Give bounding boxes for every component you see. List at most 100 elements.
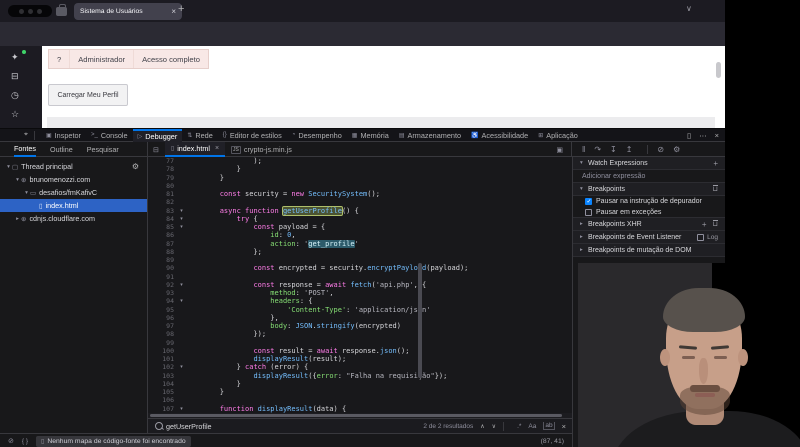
line-number[interactable]: 97 bbox=[148, 322, 177, 330]
line-number[interactable]: 86 bbox=[148, 231, 177, 239]
code-line[interactable]: 81 const security = new SecuritySystem()… bbox=[148, 190, 572, 198]
code-line[interactable]: 88 }; bbox=[148, 248, 572, 256]
add-watch-icon[interactable]: + bbox=[713, 159, 718, 168]
fold-arrow-icon[interactable]: ▾ bbox=[177, 281, 186, 289]
event-listener-breakpoints-header[interactable]: ▸ Breakpoints de Event Listener Log bbox=[573, 231, 725, 244]
expand-arrow-icon[interactable]: ▾ bbox=[580, 186, 588, 192]
search-input[interactable]: getUserProfile bbox=[166, 422, 212, 431]
expand-arrow-icon[interactable]: ▾ bbox=[580, 160, 588, 166]
line-number[interactable]: 83 bbox=[148, 207, 177, 215]
code-line[interactable]: 82 bbox=[148, 198, 572, 206]
whole-word-toggle[interactable]: ab bbox=[543, 422, 554, 430]
code-line[interactable]: 95 'Content-Type': 'application/json' bbox=[148, 306, 572, 314]
code-line[interactable]: 100 const result = await response.json()… bbox=[148, 347, 572, 355]
page-scrollbar[interactable] bbox=[716, 62, 721, 78]
code-line[interactable]: 97 body: JSON.stringify(encrypted) bbox=[148, 322, 572, 330]
line-number[interactable]: 89 bbox=[148, 256, 177, 264]
checkbox-unchecked[interactable] bbox=[585, 209, 592, 216]
fold-arrow-icon[interactable]: ▾ bbox=[177, 207, 186, 215]
devtools-tab-debugger[interactable]: ▷Debugger bbox=[133, 129, 183, 142]
devtools-tab-armazenamento[interactable]: ▤Armazenamento bbox=[394, 129, 466, 142]
code-line[interactable]: 80 bbox=[148, 182, 572, 190]
step-out-icon[interactable]: ↥ bbox=[626, 145, 633, 154]
line-number[interactable]: 92 bbox=[148, 281, 177, 289]
code-line[interactable]: 79 } bbox=[148, 174, 572, 182]
line-number[interactable]: 80 bbox=[148, 182, 177, 190]
pick-element-icon[interactable]: ⌖ bbox=[24, 131, 28, 139]
tree-item-desafios/fmKafivC[interactable]: ▾▭desafios/fmKafivC bbox=[0, 186, 147, 199]
list-tabs-chevron-icon[interactable]: ∨ bbox=[686, 4, 692, 13]
code-line[interactable]: 89 bbox=[148, 256, 572, 264]
code-line[interactable]: 106 bbox=[148, 396, 572, 404]
line-number[interactable]: 101 bbox=[148, 355, 177, 363]
line-number[interactable]: 95 bbox=[148, 306, 177, 314]
browser-tab[interactable]: Sistema de Usuários × bbox=[74, 3, 182, 20]
source-tab-crypto-js.min.js[interactable]: JScrypto-js.min.js bbox=[225, 142, 298, 157]
code-line[interactable]: 93 method: 'POST', bbox=[148, 289, 572, 297]
line-number[interactable]: 93 bbox=[148, 289, 177, 297]
prev-result-icon[interactable]: ∧ bbox=[480, 423, 484, 430]
pause-debugger-statement-row[interactable]: Pausar na instrução de depurador bbox=[573, 196, 725, 207]
line-number[interactable]: 87 bbox=[148, 240, 177, 248]
line-number[interactable]: 88 bbox=[148, 248, 177, 256]
remove-breakpoints-icon[interactable]: ⊔ bbox=[713, 185, 718, 193]
scrollbar-thumb[interactable] bbox=[150, 414, 562, 417]
log-checkbox[interactable] bbox=[697, 234, 704, 241]
code-line[interactable]: 102▾ } catch (error) { bbox=[148, 363, 572, 371]
code-line[interactable]: 94▾ headers: { bbox=[148, 297, 572, 305]
pause-icon[interactable]: ‖ bbox=[582, 145, 585, 154]
code-line[interactable]: 105 } bbox=[148, 388, 572, 396]
code-line[interactable]: 86 id: 0, bbox=[148, 231, 572, 239]
line-number[interactable]: 94 bbox=[148, 297, 177, 305]
collapsed-arrow-icon[interactable]: ▸ bbox=[580, 247, 588, 253]
line-number[interactable]: 99 bbox=[148, 339, 177, 347]
tree-arrow-icon[interactable]: ▾ bbox=[5, 164, 12, 170]
line-number[interactable]: 82 bbox=[148, 198, 177, 206]
line-number[interactable]: 81 bbox=[148, 190, 177, 198]
line-number[interactable]: 79 bbox=[148, 174, 177, 182]
line-number[interactable]: 78 bbox=[148, 165, 177, 173]
pause-exceptions-row[interactable]: Pausar em exceções bbox=[573, 207, 725, 218]
devtools-tab-editor-de-estilos[interactable]: {}Editor de estilos bbox=[218, 129, 287, 142]
code-line[interactable]: 77 ); bbox=[148, 157, 572, 165]
code-line[interactable]: 78 } bbox=[148, 165, 572, 173]
tree-item-index.html[interactable]: ▯index.html bbox=[0, 199, 147, 212]
blackbox-source-icon[interactable]: ⊘ bbox=[8, 437, 14, 445]
code-line[interactable]: 92▾ const response = await fetch('api.ph… bbox=[148, 281, 572, 289]
collapsed-arrow-icon[interactable]: ▸ bbox=[580, 221, 588, 227]
briefcase-icon[interactable] bbox=[56, 7, 67, 16]
line-number[interactable]: 85 bbox=[148, 223, 177, 231]
add-expression-input[interactable]: Adicionar expressão bbox=[573, 170, 725, 183]
code-line[interactable]: 101 displayResult(result); bbox=[148, 355, 572, 363]
code-editor[interactable]: 77 );78 }79 }8081 const security = new S… bbox=[148, 157, 572, 413]
source-tab-index.html[interactable]: ▯index.html× bbox=[165, 142, 225, 157]
panes-toggle-icon[interactable]: ▣ bbox=[556, 146, 563, 154]
case-toggle[interactable]: Aa bbox=[528, 423, 536, 430]
devtools-tab-inspetor[interactable]: ▣Inspetor bbox=[41, 129, 86, 142]
watch-expressions-header[interactable]: ▾ Watch Expressions + bbox=[573, 157, 725, 170]
pretty-print-icon[interactable]: { } bbox=[22, 438, 28, 445]
window-controls[interactable] bbox=[8, 5, 52, 17]
code-line[interactable]: 90 const encrypted = security.encryptPay… bbox=[148, 264, 572, 272]
fold-arrow-icon[interactable]: ▾ bbox=[177, 405, 186, 413]
line-number[interactable]: 104 bbox=[148, 380, 177, 388]
tree-item-brunomenozzi.com[interactable]: ▾⊕brunomenozzi.com bbox=[0, 173, 147, 186]
ignore-sources-icon[interactable]: ⊘ bbox=[657, 145, 664, 154]
responsive-mode-icon[interactable]: ▯ bbox=[687, 131, 691, 140]
tab-close-icon[interactable]: × bbox=[171, 7, 176, 16]
line-number[interactable]: 102 bbox=[148, 363, 177, 371]
sources-tab-pesquisar[interactable]: Pesquisar bbox=[87, 142, 119, 157]
fold-arrow-icon[interactable]: ▾ bbox=[177, 215, 186, 223]
line-number[interactable]: 100 bbox=[148, 347, 177, 355]
devtools-tab-console[interactable]: >_Console bbox=[86, 129, 133, 142]
line-number[interactable]: 77 bbox=[148, 157, 177, 165]
tree-arrow-icon[interactable]: ▸ bbox=[14, 216, 21, 222]
step-in-icon[interactable]: ↧ bbox=[610, 145, 617, 154]
xhr-breakpoints-header[interactable]: ▸ Breakpoints XHR +⊔ bbox=[573, 218, 725, 231]
collapse-panes-icon[interactable]: ⊟ bbox=[153, 146, 159, 154]
remove-xhr-breakpoints-icon[interactable]: ⊔ bbox=[713, 220, 718, 228]
devtools-tab-memória[interactable]: ▦Memória bbox=[347, 129, 394, 142]
checkbox-checked[interactable] bbox=[585, 198, 592, 205]
line-number[interactable]: 103 bbox=[148, 372, 177, 380]
add-xhr-breakpoint-icon[interactable]: + bbox=[702, 220, 707, 229]
